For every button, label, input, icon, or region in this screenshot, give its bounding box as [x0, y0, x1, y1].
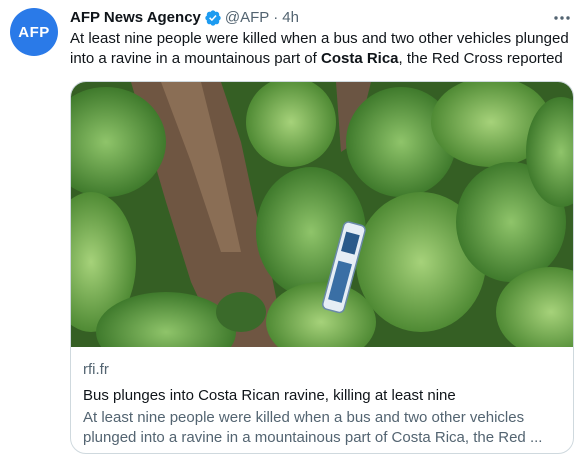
link-card[interactable]: rfi.fr Bus plunges into Costa Rican ravi… [70, 81, 574, 454]
verified-badge-icon [205, 10, 221, 26]
tweet-header: AFP News Agency @AFP · 4h [70, 8, 299, 28]
author-handle[interactable]: @AFP [225, 8, 269, 28]
tweet-text-end: , the Red Cross reported [398, 50, 563, 67]
author-name[interactable]: AFP News Agency [70, 8, 201, 28]
card-description-line: plunged into a ravine in a mountainous p… [83, 429, 543, 446]
card-description: At least nine people were killed when a … [83, 408, 563, 448]
more-options-icon[interactable] [552, 10, 572, 26]
card-meta[interactable]: rfi.fr Bus plunges into Costa Rican ravi… [83, 360, 563, 448]
card-domain: rfi.fr [83, 361, 109, 378]
tweet-text-highlight: Costa Rica [321, 50, 399, 67]
avatar[interactable]: AFP [10, 8, 58, 56]
card-image[interactable] [71, 82, 574, 347]
tweet-text: At least nine people were killed when a … [70, 29, 575, 69]
card-description-line: At least nine people were killed when a … [83, 409, 525, 426]
card-title: Bus plunges into Costa Rican ravine, kil… [83, 387, 456, 404]
tweet[interactable]: AFP AFP News Agency @AFP · 4h At least n… [0, 0, 586, 461]
avatar-text: AFP [18, 23, 50, 41]
header-separator: · [273, 9, 279, 26]
tweet-timestamp[interactable]: 4h [282, 8, 299, 28]
